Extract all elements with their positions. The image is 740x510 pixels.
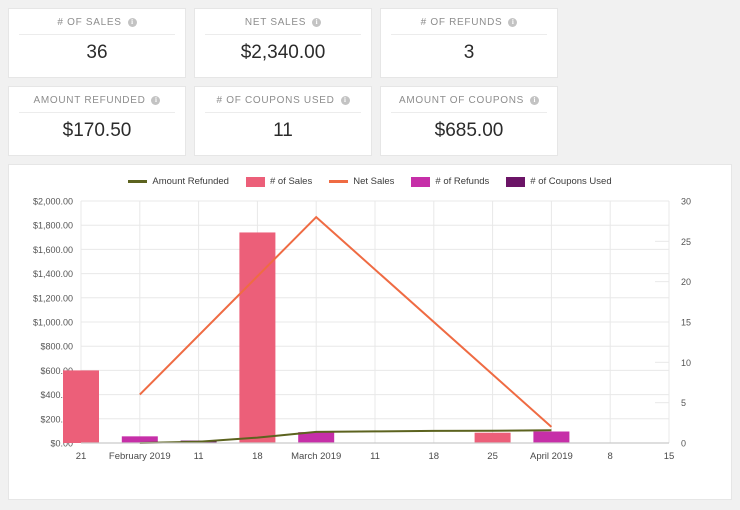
x-axis-tick-label: 21 xyxy=(76,451,87,462)
y-axis-left-tick-label: $1,200.00 xyxy=(33,293,73,303)
kpi-card-number-of-refunds[interactable]: # OF REFUNDS i 3 xyxy=(380,8,558,78)
kpi-label: # OF SALES xyxy=(57,17,122,28)
info-icon[interactable]: i xyxy=(127,18,137,27)
kpi-header: NET SALES i xyxy=(205,17,361,35)
kpi-label: AMOUNT OF COUPONS xyxy=(398,95,525,106)
x-axis-tick-label: 18 xyxy=(429,451,440,462)
kpi-card-number-of-coupons-used[interactable]: # OF COUPONS USED i 11 xyxy=(194,86,372,156)
kpi-label: AMOUNT REFUNDED xyxy=(33,95,146,106)
kpi-card-amount-of-coupons[interactable]: AMOUNT OF COUPONS i $685.00 xyxy=(380,86,558,156)
kpi-header: # OF REFUNDS i xyxy=(391,17,547,35)
y-axis-right-tick-label: 25 xyxy=(681,237,691,247)
y-axis-left-tick-label: $1,000.00 xyxy=(33,318,73,328)
y-axis-left-tick-label: $1,600.00 xyxy=(33,245,73,255)
chart-legend: Amount Refunded # of Sales Net Sales # of R… xyxy=(9,176,731,187)
legend-item[interactable]: # of Coupons Used xyxy=(506,176,612,187)
y-axis-right-tick-label: 15 xyxy=(681,318,691,328)
info-icon[interactable]: i xyxy=(151,96,161,105)
legend-item[interactable]: # of Refunds xyxy=(411,176,489,187)
legend-label: # of Refunds xyxy=(435,176,490,187)
y-axis-left-tick-label: $800.00 xyxy=(40,342,73,352)
kpi-card-net-sales[interactable]: NET SALES i $2,340.00 xyxy=(194,8,372,78)
x-axis-tick-label: 15 xyxy=(664,451,675,462)
y-axis-right-tick-label: 5 xyxy=(681,398,686,408)
kpi-header: # OF SALES i xyxy=(19,17,175,35)
y-axis-left-tick-label: $2,000.00 xyxy=(33,197,73,207)
info-icon[interactable]: i xyxy=(340,96,350,105)
chart-bar[interactable] xyxy=(533,431,570,443)
kpi-value: $2,340.00 xyxy=(240,42,326,63)
legend-label: # of Coupons Used xyxy=(530,176,612,187)
y-axis-right-tick-label: 10 xyxy=(681,358,691,368)
kpi-label: NET SALES xyxy=(244,17,307,28)
chart-svg[interactable]: $0.00$200.00$400.00$600.00$800.00$1,000.… xyxy=(9,193,733,499)
info-icon[interactable]: i xyxy=(508,18,518,27)
legend-item[interactable]: Net Sales xyxy=(329,176,394,187)
y-axis-left-tick-label: $1,400.00 xyxy=(33,269,73,279)
kpi-label: # OF COUPONS USED xyxy=(216,95,335,106)
x-axis-tick-label: 25 xyxy=(487,451,498,462)
x-axis-tick-label: 8 xyxy=(608,451,613,462)
legend-item[interactable]: # of Sales xyxy=(245,176,313,187)
kpi-card-amount-refunded[interactable]: AMOUNT REFUNDED i $170.50 xyxy=(8,86,186,156)
chart-bar[interactable] xyxy=(474,432,511,443)
sales-chart-card: Amount Refunded # of Sales Net Sales # of R… xyxy=(8,164,732,500)
x-axis-tick-label: 11 xyxy=(194,451,204,462)
legend-bar-swatch-icon xyxy=(245,176,265,187)
legend-item[interactable]: Amount Refunded xyxy=(128,176,229,187)
info-icon[interactable]: i xyxy=(530,96,540,105)
dashboard-page: # OF SALES i 36 NET SALES i $2,340.00 # … xyxy=(0,0,740,510)
legend-bar-swatch-icon xyxy=(506,176,526,187)
x-axis-tick-label: April 2019 xyxy=(530,451,573,462)
kpi-card-number-of-sales[interactable]: # OF SALES i 36 xyxy=(8,8,186,78)
kpi-value: 36 xyxy=(86,42,108,63)
kpi-header: AMOUNT REFUNDED i xyxy=(19,95,175,113)
y-axis-right-tick-label: 0 xyxy=(681,439,686,449)
kpi-value: $685.00 xyxy=(434,120,504,141)
kpi-header: AMOUNT OF COUPONS i xyxy=(391,95,547,113)
kpi-value: $170.50 xyxy=(62,120,132,141)
info-icon[interactable]: i xyxy=(312,18,322,27)
kpi-value: 11 xyxy=(273,120,293,141)
legend-label: Net Sales xyxy=(353,176,395,187)
x-axis-tick-label: 11 xyxy=(370,451,380,462)
kpi-label: # OF REFUNDS xyxy=(420,17,503,28)
kpi-value: 3 xyxy=(463,42,475,63)
y-axis-left-tick-label: $1,800.00 xyxy=(33,221,73,231)
legend-label: Amount Refunded xyxy=(152,176,229,187)
y-axis-right-tick-label: 20 xyxy=(681,277,691,287)
legend-label: # of Sales xyxy=(269,176,313,187)
chart-bar[interactable] xyxy=(63,370,99,443)
kpi-card-grid: # OF SALES i 36 NET SALES i $2,340.00 # … xyxy=(8,8,732,156)
chart-plot-area: $0.00 $200.00 $400.00 $600.00 $800.00 $1,000.… xyxy=(9,193,733,499)
x-axis-tick-label: March 2019 xyxy=(291,451,341,462)
legend-line-swatch-icon xyxy=(329,180,349,183)
x-axis-tick-label: 18 xyxy=(252,451,263,462)
legend-bar-swatch-icon xyxy=(411,176,431,187)
y-axis-right-tick-label: 30 xyxy=(681,197,691,207)
kpi-header: # OF COUPONS USED i xyxy=(205,95,361,113)
legend-line-swatch-icon xyxy=(128,180,148,183)
x-axis-tick-label: February 2019 xyxy=(109,451,171,462)
